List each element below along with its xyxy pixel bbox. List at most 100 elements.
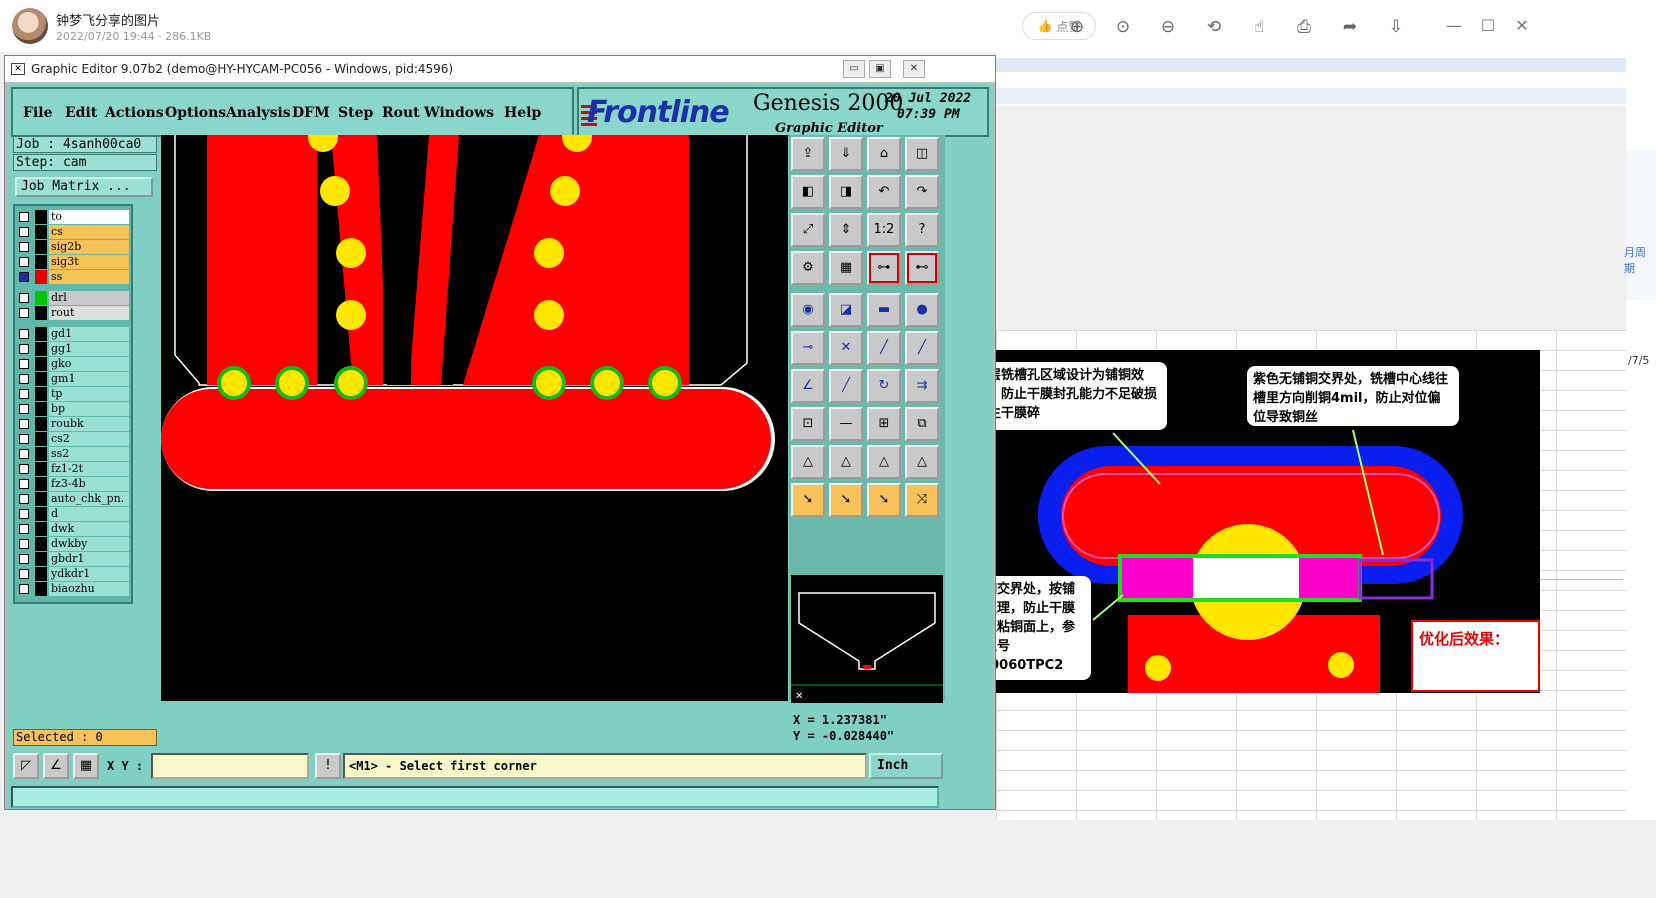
layer-checkbox[interactable]: [19, 359, 29, 369]
home-icon[interactable]: ⌂: [867, 137, 901, 171]
layer-row[interactable]: to: [17, 210, 129, 224]
layer-row[interactable]: gbdr1: [17, 552, 129, 566]
layer-checkbox[interactable]: [19, 554, 29, 564]
pointer4-icon[interactable]: ⤨: [905, 483, 939, 517]
layer-name[interactable]: ss: [49, 270, 129, 284]
layer-checkbox[interactable]: [19, 212, 29, 222]
layer-name[interactable]: dwk: [49, 522, 129, 536]
triangle-icon[interactable]: △: [791, 445, 825, 479]
layer-name[interactable]: ss2: [49, 447, 129, 461]
layer-checkbox[interactable]: [19, 242, 29, 252]
dimension-icon[interactable]: ⊞: [867, 407, 901, 441]
layer-row[interactable]: ✎▦ss: [17, 270, 129, 284]
zoom-in-icon[interactable]: ⊕: [1066, 16, 1088, 38]
menu-file[interactable]: File: [23, 105, 52, 121]
layer-checkbox[interactable]: [19, 434, 29, 444]
close-icon[interactable]: ✕: [1511, 14, 1533, 36]
command-line[interactable]: [11, 786, 939, 808]
layer-row[interactable]: dwkby: [17, 537, 129, 551]
help-icon[interactable]: ?: [905, 213, 939, 247]
layer-name[interactable]: to: [49, 210, 129, 224]
layer-checkbox[interactable]: [19, 257, 29, 267]
fit-icon[interactable]: ⊙: [1112, 16, 1134, 38]
menu-rout[interactable]: Rout: [382, 105, 420, 121]
pointer3-icon[interactable]: ➘: [867, 483, 901, 517]
layer-name[interactable]: gbdr1: [49, 552, 129, 566]
move-icon[interactable]: ⊡: [791, 407, 825, 441]
select-area-icon[interactable]: ◪: [829, 293, 863, 327]
layer-checkbox[interactable]: [19, 227, 29, 237]
layer-row[interactable]: d: [17, 507, 129, 521]
layer-name[interactable]: gko: [49, 357, 129, 371]
grid-snap-icon[interactable]: ▦: [73, 753, 99, 779]
avatar[interactable]: [12, 8, 48, 44]
minus-icon[interactable]: —: [829, 407, 863, 441]
layer-row[interactable]: gg1: [17, 342, 129, 356]
layer-name[interactable]: cs: [49, 225, 129, 239]
menu-dfm[interactable]: DFM: [292, 105, 330, 121]
layer-row[interactable]: auto_chk_pn.: [17, 492, 129, 506]
close-icon[interactable]: ✕: [903, 60, 925, 78]
overview-window[interactable]: ✕: [791, 575, 943, 703]
layer-name[interactable]: auto_chk_pn.: [49, 492, 129, 506]
maximize-icon[interactable]: ☐: [1477, 14, 1499, 36]
layer-checkbox[interactable]: [19, 539, 29, 549]
layer-row[interactable]: fz1-2t: [17, 462, 129, 476]
layer-row[interactable]: gko: [17, 357, 129, 371]
layer-checkbox[interactable]: [19, 494, 29, 504]
redo-icon[interactable]: ↷: [905, 175, 939, 209]
layer-checkbox[interactable]: [19, 449, 29, 459]
delete-icon[interactable]: ✕: [829, 331, 863, 365]
layer-name[interactable]: fz1-2t: [49, 462, 129, 476]
triangle2-icon[interactable]: △: [829, 445, 863, 479]
hand-icon[interactable]: ☝: [1248, 16, 1270, 38]
layer-row[interactable]: bp: [17, 402, 129, 416]
menu-analysis[interactable]: Analysis: [226, 105, 291, 121]
pad-icon[interactable]: ●: [905, 293, 939, 327]
layer-row[interactable]: dwk: [17, 522, 129, 536]
minimize-icon[interactable]: —: [1443, 14, 1465, 36]
unit-selector[interactable]: Inch: [869, 753, 943, 779]
pt-line-icon[interactable]: ╱: [905, 331, 939, 365]
menu-actions[interactable]: Actions: [105, 105, 164, 121]
layer-name[interactable]: dwkby: [49, 537, 129, 551]
layer-row[interactable]: biaozhu: [17, 582, 129, 596]
angle-icon[interactable]: ∠: [791, 369, 825, 403]
grid-icon[interactable]: ▦: [829, 251, 863, 285]
print-icon[interactable]: ⎙: [1293, 16, 1315, 38]
flip-icon[interactable]: ⇉: [905, 369, 939, 403]
window-icon[interactable]: ◫: [905, 137, 939, 171]
menu-help[interactable]: Help: [504, 105, 541, 121]
zoom-page-icon[interactable]: ⇕: [829, 213, 863, 247]
pointer2-icon[interactable]: ➘: [829, 483, 863, 517]
rotate-icon[interactable]: ⟲: [1203, 16, 1225, 38]
menu-step[interactable]: Step: [338, 105, 373, 121]
layer-row[interactable]: ydkdr1: [17, 567, 129, 581]
net2-icon[interactable]: ⊷: [905, 251, 939, 285]
layer-name[interactable]: gd1: [49, 327, 129, 341]
layer-checkbox[interactable]: [19, 584, 29, 594]
layer-name[interactable]: ydkdr1: [49, 567, 129, 581]
layer-name[interactable]: roubk: [49, 417, 129, 431]
layer-checkbox[interactable]: [19, 374, 29, 384]
layer-row[interactable]: ✎cs: [17, 225, 129, 239]
layer-name[interactable]: sig2b: [49, 240, 129, 254]
layer-name[interactable]: rout: [49, 306, 129, 320]
restore-icon[interactable]: ▣: [869, 60, 891, 78]
graphic-canvas[interactable]: [161, 135, 788, 701]
layer-row[interactable]: fz3-4b: [17, 477, 129, 491]
layer-checkbox[interactable]: [19, 308, 29, 318]
triangle4-icon[interactable]: △: [905, 445, 939, 479]
layer-name[interactable]: d: [49, 507, 129, 521]
layer-row[interactable]: roubk: [17, 417, 129, 431]
angle-snap-icon[interactable]: ∠: [43, 753, 69, 779]
triangle3-icon[interactable]: △: [867, 445, 901, 479]
xy-input[interactable]: [151, 753, 309, 779]
open-icon[interactable]: ⇪: [791, 137, 825, 171]
zoom-fit-icon[interactable]: ⤢: [791, 213, 825, 247]
layer-row[interactable]: sig2b: [17, 240, 129, 254]
layer-name[interactable]: sig3t: [49, 255, 129, 269]
layer-name[interactable]: drl: [49, 291, 129, 305]
layer-row[interactable]: ss2: [17, 447, 129, 461]
layer-row[interactable]: tp: [17, 387, 129, 401]
